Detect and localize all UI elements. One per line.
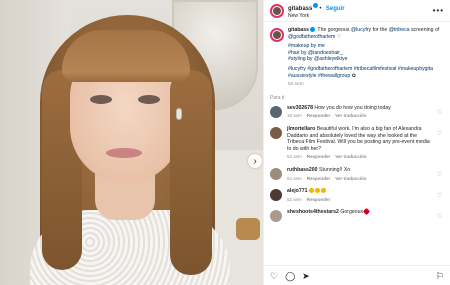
verified-badge-icon — [310, 27, 316, 33]
emoji-heart-eyes-icon — [308, 188, 314, 194]
heart-icon: ♡ — [336, 33, 342, 40]
comment-text: Stunning!! Xo — [319, 166, 351, 173]
comment-time: 52 sem — [287, 196, 302, 202]
like-heart-icon[interactable]: ♡ — [270, 271, 278, 281]
like-comment-heart-icon[interactable]: ♡ — [437, 109, 442, 116]
caption-text-2: for the — [371, 27, 389, 33]
avatar[interactable] — [270, 3, 284, 18]
comment-text: How you do how you doing today — [314, 104, 391, 111]
comment-item: sev302678 How you do how you doing today… — [270, 105, 444, 120]
reply-button[interactable]: Responder — [307, 197, 331, 202]
mention-link[interactable]: @tribeca — [389, 27, 410, 33]
reply-button[interactable]: Responder — [307, 176, 331, 181]
flower-icon: ✿ — [351, 72, 357, 79]
mention-link[interactable]: @lucyfry — [351, 27, 371, 33]
emoji-heart-eyes-icon — [314, 188, 320, 194]
comment-item: jlmortellaro Beautiful work. I'm also a … — [270, 126, 444, 161]
right-eye — [138, 95, 160, 104]
caption-avatar[interactable] — [270, 28, 284, 42]
post-photo[interactable]: › — [0, 0, 263, 285]
location-link[interactable]: New York — [288, 13, 345, 20]
like-comment-heart-icon[interactable]: ♡ — [437, 213, 442, 220]
commenter-username[interactable]: sheshoots4thestars2 — [287, 209, 339, 215]
caption-text-3: screening of — [409, 27, 440, 33]
background-candle — [236, 218, 260, 240]
translate-button[interactable]: Ver traducción — [335, 176, 366, 181]
comment-item: alejo771 52 sem Responder ♡ — [270, 188, 444, 203]
like-comment-heart-icon[interactable]: ♡ — [437, 171, 442, 178]
commenter-avatar[interactable] — [270, 126, 282, 139]
commenter-username[interactable]: ruthbass200 — [287, 167, 318, 173]
separator-dot: • — [319, 5, 322, 12]
commenter-username[interactable]: jlmortellaro — [287, 126, 315, 132]
translate-button[interactable]: Ver traducción — [335, 154, 366, 159]
hashtag-makeup[interactable]: #makeup by me — [288, 43, 325, 49]
comment-text: Gorgeous — [340, 209, 364, 216]
caption-hashtags[interactable]: #lucyfry #godfatherofharlem #tribecafilm… — [288, 66, 433, 79]
lips — [106, 148, 142, 158]
commenter-avatar[interactable] — [270, 189, 282, 202]
commenter-username[interactable]: sev302678 — [287, 105, 313, 111]
translate-button[interactable]: Ver traducción — [335, 113, 366, 118]
hashtag-hair[interactable]: #hair by @iandoeshair_ — [288, 50, 343, 56]
reply-button[interactable]: Responder — [307, 113, 331, 118]
more-options-icon[interactable]: ••• — [433, 6, 444, 15]
comment-time: 52 sem — [287, 154, 302, 160]
commenter-avatar[interactable] — [270, 105, 282, 118]
red-heart-icon — [363, 208, 371, 216]
post-sidebar: gitabass • Seguir New York ••• gitabass T… — [263, 0, 450, 285]
mention-link[interactable]: @godfatherofharlem — [288, 34, 335, 40]
comment-time: 52 sem — [287, 175, 302, 181]
caption-text-1: The gorgeous — [316, 27, 351, 33]
like-comment-heart-icon[interactable]: ♡ — [437, 192, 442, 199]
chevron-right-icon: › — [253, 155, 257, 167]
like-comment-heart-icon[interactable]: ♡ — [437, 130, 442, 137]
bangs — [62, 30, 190, 82]
commenter-username[interactable]: alejo771 — [287, 188, 307, 194]
earring — [176, 108, 182, 120]
post-actions-bar: ♡ ◯ ➤ ⚐ — [264, 265, 450, 285]
post-header: gitabass • Seguir New York ••• — [264, 0, 450, 22]
comment-time: 18 sem — [287, 113, 302, 119]
save-bookmark-icon[interactable]: ⚐ — [436, 271, 444, 281]
comment-item: sheshoots4thestars2 Gorgeous ♡ — [270, 208, 444, 223]
commenter-avatar[interactable] — [270, 167, 282, 180]
post-viewer: › gitabass • Seguir New York ••• gitabass… — [0, 0, 450, 285]
emoji-heart-eyes-icon — [320, 188, 326, 194]
reply-button[interactable]: Responder — [307, 154, 331, 159]
left-eye — [90, 95, 112, 104]
follow-button[interactable]: Seguir — [326, 6, 345, 12]
caption-time: 52 sem — [288, 82, 304, 88]
comment-item: ruthbass200 Stunning!! Xo 52 sem Responde… — [270, 167, 444, 182]
caption: gitabass The gorgeous @lucyfry for the @… — [270, 27, 444, 89]
hashtag-styling[interactable]: #styling by @ashleyelkiye — [288, 56, 347, 62]
hair-right — [170, 70, 212, 275]
next-image-button[interactable]: › — [248, 154, 262, 168]
comments-section-label: Para ti — [270, 94, 285, 101]
share-paper-plane-icon[interactable]: ➤ — [302, 271, 310, 281]
commenter-avatar[interactable] — [270, 210, 282, 223]
comments-feed[interactable]: gitabass The gorgeous @lucyfry for the @… — [264, 22, 450, 265]
header-username[interactable]: gitabass — [288, 6, 312, 12]
comment-bubble-icon[interactable]: ◯ — [285, 271, 295, 281]
caption-username[interactable]: gitabass — [288, 27, 309, 33]
verified-badge-icon — [313, 2, 319, 8]
